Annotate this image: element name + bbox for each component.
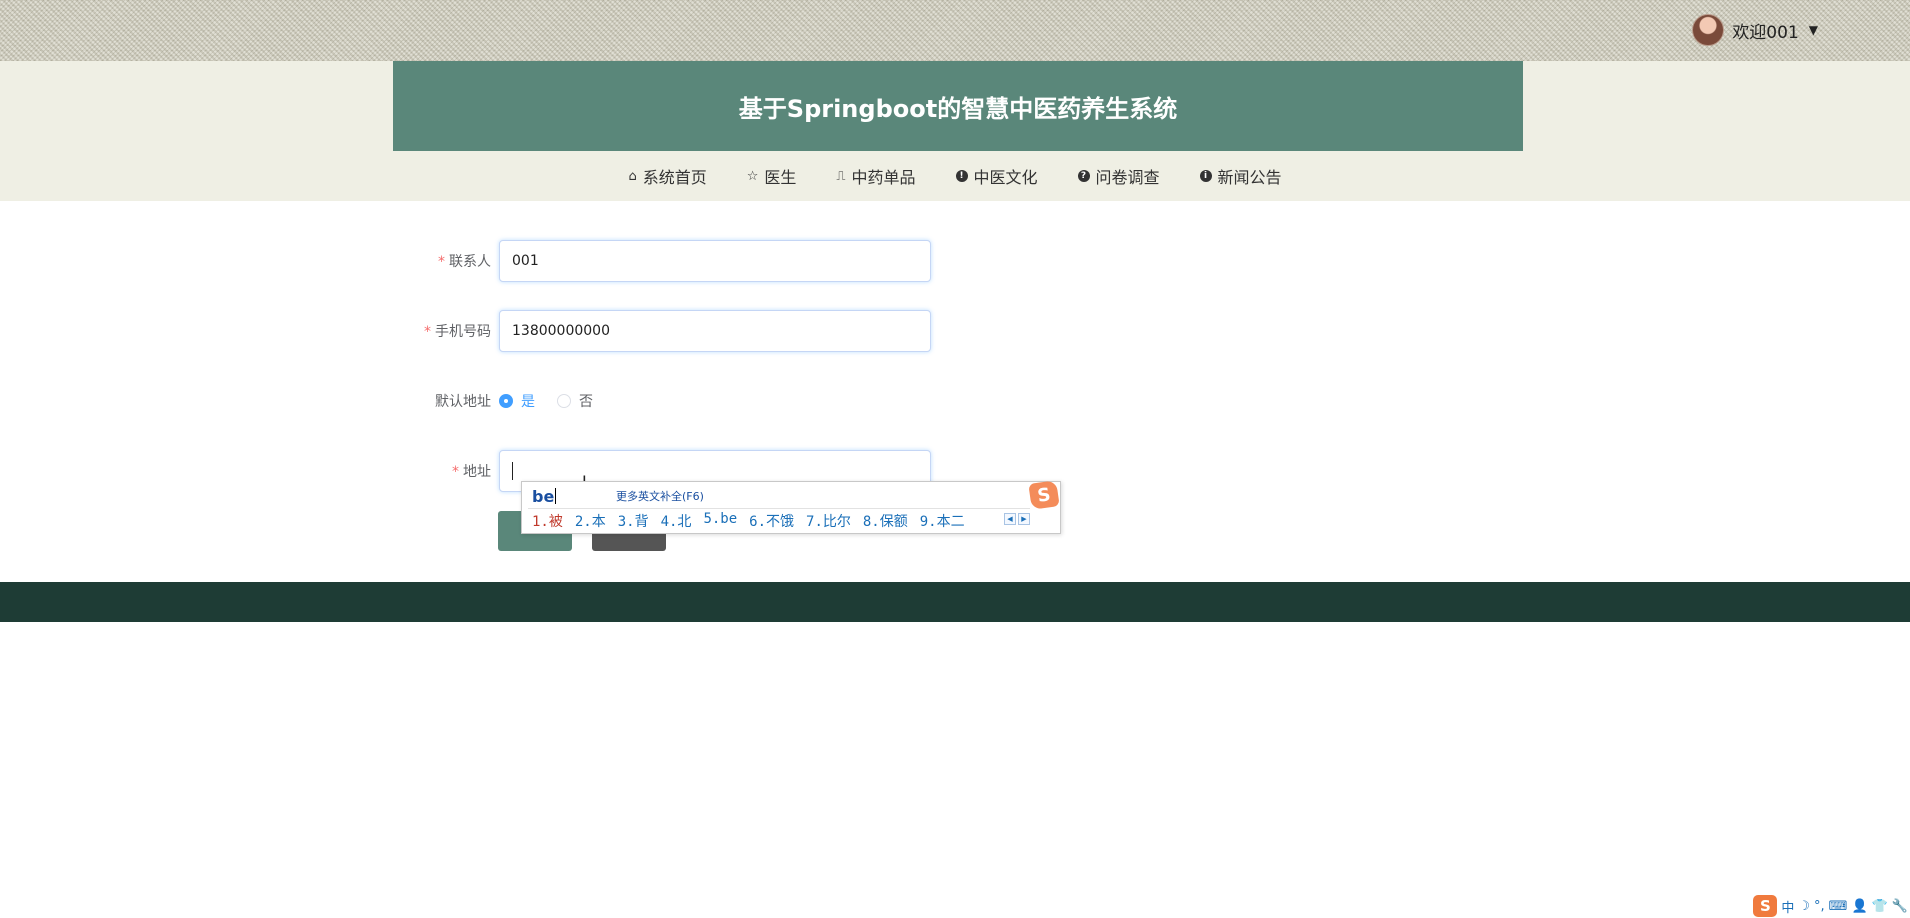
exclamation-circle-icon: ! (955, 170, 968, 182)
ime-candidate[interactable]: 1.被 (532, 511, 563, 531)
contact-label: * 联系人 (438, 254, 491, 270)
bag-icon: ⎍ (836, 168, 846, 184)
wrench-icon[interactable]: 🔧 (1892, 899, 1908, 914)
keyboard-icon[interactable]: ⌨ (1829, 899, 1848, 914)
nav-item-label: 系统首页 (642, 168, 707, 187)
ime-caret (555, 488, 557, 504)
required-mark: * (438, 254, 445, 270)
phone-input[interactable]: 13800000000 (499, 310, 931, 352)
ime-candidate[interactable]: 8.保额 (863, 511, 908, 531)
ime-candidate[interactable]: 4.北 (661, 511, 692, 531)
user-icon[interactable]: 👤 (1851, 899, 1867, 914)
radio-unchecked-icon[interactable] (557, 394, 571, 408)
avatar[interactable] (1692, 14, 1725, 46)
nav-item-medicine[interactable]: ⎍ 中药单品 (836, 161, 915, 191)
nav-item-home[interactable]: ⌂ 系统首页 (628, 161, 706, 191)
ime-divider (528, 508, 1030, 509)
ime-candidate[interactable]: 5.be (703, 511, 737, 531)
ime-candidate[interactable]: 2.本 (575, 511, 606, 531)
sogou-logo-icon: S (1028, 480, 1060, 510)
nav-item-label: 问卷调查 (1095, 168, 1160, 187)
nav-item-culture[interactable]: ! 中医文化 (955, 161, 1038, 191)
contact-row: * 联系人 001 (0, 240, 931, 282)
ime-pager: ◀ ▶ (1004, 513, 1030, 525)
star-icon: ☆ (746, 168, 759, 184)
nav-item-survey[interactable]: ? 问卷调查 (1077, 161, 1160, 191)
ime-mode-chinese[interactable]: 中 (1781, 897, 1794, 916)
moon-icon[interactable]: ☽ (1798, 899, 1810, 914)
radio-checked-icon[interactable] (499, 394, 513, 408)
page-next-icon[interactable]: ▶ (1018, 513, 1030, 525)
default-address-label: 默认地址 (435, 394, 491, 410)
ime-candidate[interactable]: 3.背 (618, 511, 649, 531)
site-title: 基于Springboot的智慧中医药养生系统 (393, 61, 1523, 151)
ime-candidates: 1.被 2.本 3.背 4.北 5.be 6.不饿 7.比尔 8.保额 9.本二 (532, 511, 965, 531)
home-icon: ⌂ (628, 168, 637, 184)
page-prev-icon[interactable]: ◀ (1004, 513, 1016, 525)
skin-icon[interactable]: 👕 (1872, 899, 1888, 914)
ime-more-english-link[interactable]: 更多英文补全(F6) (616, 488, 704, 504)
nav-item-label: 中医文化 (973, 168, 1038, 187)
phone-label: * 手机号码 (424, 324, 491, 340)
default-address-radio-group: 是 否 (499, 391, 593, 411)
footer (0, 582, 1910, 622)
nav-item-label: 中药单品 (851, 168, 916, 187)
contact-input[interactable]: 001 (499, 240, 931, 282)
required-mark: * (452, 464, 459, 480)
nav-item-label: 医生 (764, 168, 797, 187)
info-circle-icon: i (1199, 170, 1212, 182)
user-greeting[interactable]: 欢迎001 (1732, 18, 1798, 43)
radio-yes[interactable]: 是 (499, 391, 535, 411)
ime-composition: be (532, 486, 555, 506)
ime-candidate[interactable]: 9.本二 (920, 511, 965, 531)
default-address-row: 默认地址 是 否 (0, 380, 593, 422)
question-circle-icon: ? (1077, 170, 1090, 182)
top-bar: 欢迎001 ▼ (0, 0, 1910, 61)
ime-candidate[interactable]: 7.比尔 (806, 511, 851, 531)
radio-no[interactable]: 否 (557, 391, 593, 411)
text-caret (512, 462, 513, 480)
nav-item-news[interactable]: i 新闻公告 (1199, 161, 1282, 191)
punctuation-icon[interactable]: °, (1814, 899, 1825, 914)
nav-item-label: 新闻公告 (1217, 168, 1282, 187)
address-label: * 地址 (452, 464, 491, 480)
sogou-tray-logo-icon[interactable]: S (1753, 895, 1778, 917)
ime-candidate-window: be 更多英文补全(F6) S 1.被 2.本 3.背 4.北 5.be 6.不… (521, 480, 1061, 534)
ime-candidate[interactable]: 6.不饿 (749, 511, 794, 531)
nav-item-doctor[interactable]: ☆ 医生 (747, 161, 797, 191)
user-menu[interactable]: 欢迎001 ▼ (1692, 14, 1818, 46)
main-nav: ⌂ 系统首页 ☆ 医生 ⎍ 中药单品 ! 中医文化 ? 问卷调查 i 新闻公告 (0, 161, 1910, 191)
caret-down-icon[interactable]: ▼ (1809, 23, 1818, 37)
required-mark: * (424, 324, 431, 340)
ime-status-toolbar: S 中 ☽ °, ⌨ 👤 👕 🔧 (1751, 894, 1910, 918)
phone-row: * 手机号码 13800000000 (0, 310, 931, 352)
